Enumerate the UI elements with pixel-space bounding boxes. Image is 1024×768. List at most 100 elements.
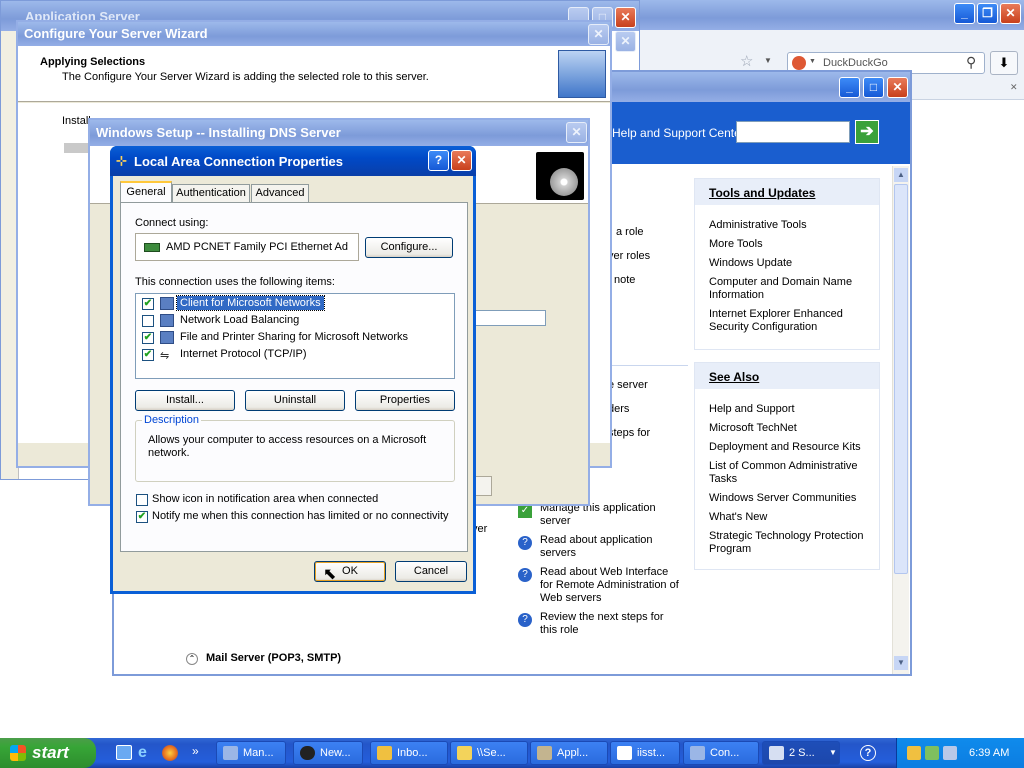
browser-restore-button[interactable]: ❐ — [977, 3, 998, 24]
list-item-tcp-ip[interactable]: ✔ ⇋ Internet Protocol (TCP/IP) — [136, 347, 454, 364]
computer-network-icon — [160, 314, 174, 327]
connect-using-label: Connect using: — [135, 217, 209, 229]
checkbox-checked[interactable]: ✔ — [142, 349, 154, 361]
task-button[interactable]: iisst... — [610, 741, 680, 765]
search-placeholder: DuckDuckGo — [823, 57, 888, 69]
list-item-client-ms-networks[interactable]: ✔ Client for Microsoft Networks — [136, 295, 454, 313]
quicklaunch-chevron-icon[interactable]: » — [192, 744, 199, 758]
install-button[interactable]: Install... — [135, 390, 235, 411]
show-icon-checkbox[interactable] — [136, 494, 148, 506]
browser-minimize-button[interactable]: _ — [954, 3, 975, 24]
description-group: Description Allows your computer to acce… — [135, 414, 455, 482]
list-item-label: Internet Protocol (TCP/IP) — [180, 348, 307, 360]
setup-titlebar[interactable]: Windows Setup -- Installing DNS Server — [90, 120, 588, 146]
scroll-up-arrow-icon[interactable]: ▲ — [894, 168, 908, 182]
scroll-thumb[interactable] — [894, 184, 908, 574]
task-button[interactable]: Con... — [683, 741, 759, 765]
tools-link[interactable]: Internet Explorer Enhanced Security Conf… — [709, 308, 879, 334]
start-button[interactable]: start — [0, 738, 96, 768]
tools-tray-icon[interactable] — [925, 746, 939, 760]
adapter-field: AMD PCNET Family PCI Ethernet Ad — [135, 233, 359, 261]
manage-close-button[interactable]: ✕ — [887, 77, 908, 98]
properties-button[interactable]: Properties — [355, 390, 455, 411]
checkbox-checked[interactable]: ✔ — [142, 298, 154, 310]
go-arrow-button[interactable]: ➔ — [855, 120, 879, 144]
see-also-link[interactable]: Help and Support — [709, 403, 795, 415]
window-icon — [690, 746, 705, 760]
network-icon: ⊹ — [116, 153, 127, 168]
tools-link[interactable]: Windows Update — [709, 257, 792, 269]
list-item-file-printer-sharing[interactable]: ✔ File and Printer Sharing for Microsoft… — [136, 330, 454, 347]
checkbox-unchecked[interactable] — [142, 315, 154, 327]
network-tray-icon[interactable] — [943, 746, 957, 760]
task-button[interactable]: New... — [293, 741, 363, 765]
tab-advanced[interactable]: Advanced — [251, 184, 309, 203]
vertical-scrollbar[interactable]: ▲ ▼ — [892, 166, 909, 674]
wizard-titlebar[interactable]: Configure Your Server Wizard — [18, 22, 610, 46]
see-also-link[interactable]: Microsoft TechNet — [709, 422, 797, 434]
download-button[interactable]: ⬇ — [990, 51, 1018, 75]
see-also-link[interactable]: Strategic Technology Protection Program — [709, 530, 879, 556]
tab-authentication[interactable]: Authentication — [172, 184, 250, 203]
task-button-group[interactable]: 2 S... ▼ — [762, 741, 840, 765]
lac-title: Local Area Connection Properties — [134, 154, 344, 169]
scroll-down-arrow-icon[interactable]: ▼ — [894, 656, 908, 670]
ie-icon[interactable]: e — [138, 744, 147, 762]
configure-button[interactable]: Configure... — [365, 237, 453, 258]
tools-header-title: Tools and Updates — [709, 186, 816, 200]
wizard-heading: Applying Selections — [40, 56, 146, 68]
notify-checkbox[interactable]: ✔ — [136, 511, 148, 523]
lac-dialog-body: General Authentication Advanced Connect … — [113, 176, 473, 591]
see-also-link[interactable]: List of Common Administrative Tasks — [709, 460, 869, 486]
cd-install-icon — [536, 152, 584, 200]
task-label: Con... — [710, 747, 740, 759]
setup-close-button[interactable]: ✕ — [566, 122, 587, 143]
manage-minimize-button[interactable]: _ — [839, 77, 860, 98]
bookmark-star-icon[interactable]: ☆ — [740, 52, 753, 70]
folder-icon — [457, 746, 472, 760]
task-button[interactable]: Appl... — [530, 741, 608, 765]
help-center-label: Help and Support Center — [612, 126, 745, 140]
show-desktop-icon[interactable] — [116, 745, 132, 760]
lac-close-button[interactable]: ✕ — [451, 150, 472, 171]
action-label: Read about application servers — [540, 534, 653, 559]
search-icon[interactable]: ⚲ — [966, 54, 976, 71]
task-button[interactable]: Inbo... — [370, 741, 448, 765]
browser-close-button[interactable]: ✕ — [1000, 3, 1021, 24]
computer-network-icon — [160, 331, 174, 344]
inner-close-button[interactable]: ✕ — [615, 31, 636, 52]
install-label: Install — [62, 115, 91, 127]
close-tab-icon[interactable]: ✕ — [1010, 82, 1018, 93]
tools-link[interactable]: Computer and Domain Name Information — [709, 276, 869, 302]
task-button[interactable]: \\Se... — [450, 741, 528, 765]
tools-link[interactable]: Administrative Tools — [709, 219, 807, 231]
help-button[interactable]: ? — [428, 150, 449, 171]
checkbox-checked[interactable]: ✔ — [142, 332, 154, 344]
tools-panel: Tools and Updates Administrative Tools M… — [694, 178, 880, 350]
task-button[interactable]: Man... — [216, 741, 286, 765]
cancel-button[interactable]: Cancel — [395, 561, 467, 582]
components-list[interactable]: ✔ Client for Microsoft Networks Network … — [135, 293, 455, 379]
close-button[interactable]: ✕ — [615, 7, 636, 28]
help-question-icon: ? — [518, 536, 532, 550]
help-search-input[interactable] — [736, 121, 850, 143]
computer-network-icon — [160, 297, 174, 310]
tools-link[interactable]: More Tools — [709, 238, 763, 250]
dropdown-arrow-icon[interactable]: ▼ — [764, 56, 772, 65]
tab-general[interactable]: General — [120, 181, 172, 203]
mail-server-row[interactable]: ⌃ Mail Server (POP3, SMTP) — [184, 652, 404, 668]
see-also-link[interactable]: What's New — [709, 511, 767, 523]
firefox-icon[interactable] — [162, 745, 178, 761]
wizard-close-button[interactable]: ✕ — [588, 24, 609, 45]
list-item-network-load-balancing[interactable]: Network Load Balancing — [136, 313, 454, 330]
lac-titlebar[interactable]: ⊹ Local Area Connection Properties — [110, 146, 476, 176]
dropdown-arrow-icon: ▼ — [829, 748, 837, 757]
help-circle-icon[interactable]: ? — [860, 745, 876, 761]
uninstall-button[interactable]: Uninstall — [245, 390, 345, 411]
task-label: Man... — [243, 747, 274, 759]
see-also-link[interactable]: Windows Server Communities — [709, 492, 856, 504]
see-also-link[interactable]: Deployment and Resource Kits — [709, 441, 861, 453]
network-adapter-icon — [144, 243, 160, 252]
manage-maximize-button[interactable]: □ — [863, 77, 884, 98]
mail-tray-icon[interactable] — [907, 746, 921, 760]
